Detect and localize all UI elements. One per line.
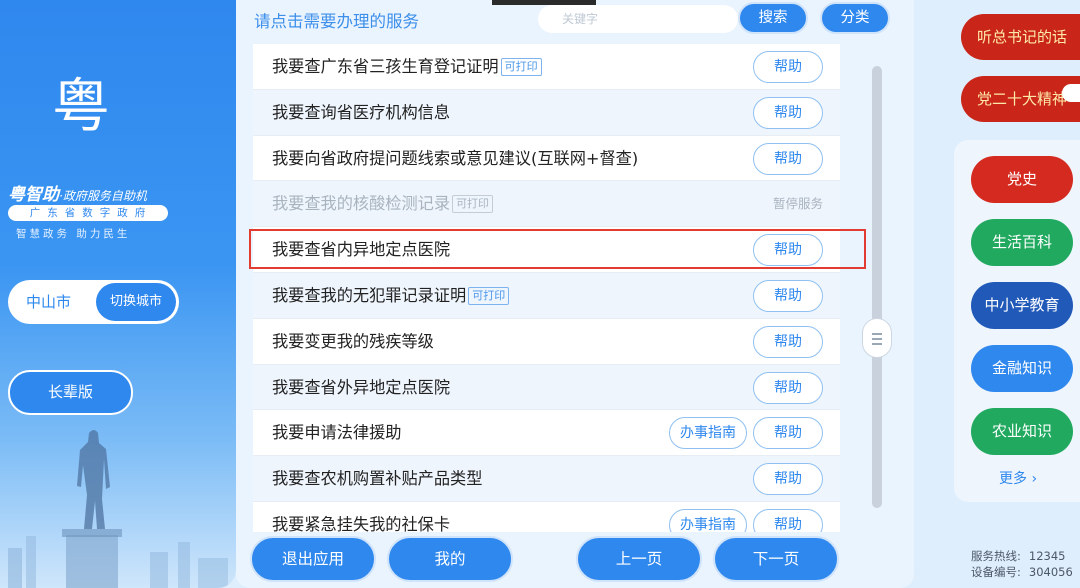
category-school-education[interactable]: 中小学教育 <box>971 282 1073 329</box>
list-item[interactable]: 我要变更我的残疾等级 帮助 <box>253 318 840 365</box>
help-button[interactable]: 帮助 <box>753 371 823 404</box>
list-item[interactable]: 我要申请法律援助 办事指南 帮助 <box>253 410 840 457</box>
mine-button[interactable]: 我的 <box>387 536 513 582</box>
category-party-history[interactable]: 党史 <box>971 156 1073 203</box>
service-list: 我要查广东省三孩生育登记证明 可打印 帮助 我要查询省医疗机构信息 帮助 我要向省… <box>253 44 840 532</box>
help-button[interactable]: 帮助 <box>753 279 823 312</box>
list-item[interactable]: 我要查广东省三孩生育登记证明 可打印 帮助 <box>253 44 840 90</box>
list-item: 我要查我的核酸检测记录 可打印 暂停服务 <box>253 181 840 228</box>
service-panel: 请点击需要办理的服务 关键字 搜索 分类 我要查广东省三孩生育登记证明 可打印 帮… <box>236 0 914 588</box>
switch-city-button[interactable]: 切换城市 <box>96 283 176 321</box>
list-item[interactable]: 我要查省内异地定点医院 帮助 <box>253 227 840 273</box>
help-button[interactable]: 帮助 <box>753 325 823 358</box>
service-label: 我要查农机购置补贴产品类型 <box>272 469 483 489</box>
category-agriculture[interactable]: 农业知识 <box>971 408 1073 455</box>
guide-button[interactable]: 办事指南 <box>669 417 747 450</box>
search-input[interactable]: 关键字 <box>538 5 738 33</box>
device-value: 304056 <box>1028 565 1073 579</box>
right-sidebar: 听总书记的话 党二十大精神 党史 生活百科 中小学教育 金融知识 农业知识 更多… <box>914 0 1080 588</box>
party-speech-button[interactable]: 听总书记的话 <box>961 14 1080 60</box>
accessibility-icon[interactable] <box>1062 84 1080 102</box>
guide-button[interactable]: 办事指南 <box>669 508 747 532</box>
list-item[interactable]: 我要查我的无犯罪记录证明 可打印 帮助 <box>253 272 840 319</box>
brand-title: 粤智助·政府服务自助机 <box>8 180 147 205</box>
list-item[interactable]: 我要查农机购置补贴产品类型 帮助 <box>253 456 840 502</box>
party-congress-button[interactable]: 党二十大精神 <box>961 76 1080 122</box>
skyline-illustration <box>8 536 228 588</box>
help-button[interactable]: 帮助 <box>753 96 823 129</box>
category-finance[interactable]: 金融知识 <box>971 345 1073 392</box>
brand-main: 粤智助 <box>8 185 59 205</box>
search-placeholder: 关键字 <box>562 12 599 26</box>
help-button[interactable]: 帮助 <box>753 508 823 532</box>
printable-tag: 可打印 <box>468 286 510 305</box>
prev-page-button[interactable]: 上一页 <box>576 536 702 582</box>
left-sidebar: 粤 粤智助·政府服务自助机 广东省数字政府 智慧政务 助力民生 中山市 切换城市… <box>0 0 236 588</box>
help-button[interactable]: 帮助 <box>753 51 823 83</box>
service-label: 我要查广东省三孩生育登记证明 可打印 <box>272 44 542 89</box>
device-label: 设备编号: <box>971 565 1021 579</box>
service-info: 服务热线: 12345 设备编号: 304056 <box>971 548 1073 580</box>
service-label: 我要变更我的残疾等级 <box>272 331 434 351</box>
list-item[interactable]: 我要查询省医疗机构信息 帮助 <box>253 89 840 136</box>
list-item[interactable]: 我要紧急挂失我的社保卡 办事指南 帮助 <box>253 501 840 532</box>
help-button[interactable]: 帮助 <box>753 463 823 496</box>
yuezhizhu-logo-icon: 粤 <box>51 72 110 140</box>
brand-pill: 广东省数字政府 <box>8 205 168 221</box>
scrollbar-track[interactable] <box>872 66 882 508</box>
city-switcher: 中山市 切换城市 <box>8 280 179 324</box>
service-label: 我要紧急挂失我的社保卡 <box>272 514 451 532</box>
current-city: 中山市 <box>26 293 72 311</box>
page-title: 请点击需要办理的服务 <box>254 12 419 31</box>
hotline-value: 12345 <box>1028 549 1066 563</box>
printable-tag: 可打印 <box>500 58 542 76</box>
service-label: 我要查省外异地定点医院 <box>272 377 451 397</box>
brand-sub: ·政府服务自助机 <box>59 189 147 203</box>
elder-mode-button[interactable]: 长辈版 <box>8 370 133 415</box>
list-item[interactable]: 我要向省政府提问题线索或意见建议(互联网+督查) 帮助 <box>253 135 840 182</box>
brand-slogan: 智慧政务 助力民生 <box>16 228 131 240</box>
service-label: 我要查询省医疗机构信息 <box>272 102 451 122</box>
search-button[interactable]: 搜索 <box>738 2 808 34</box>
help-button[interactable]: 帮助 <box>753 417 823 450</box>
next-page-button[interactable]: 下一页 <box>713 536 839 582</box>
printable-tag: 可打印 <box>452 195 494 214</box>
service-paused-status: 暂停服务 <box>772 196 823 212</box>
service-label: 我要查我的无犯罪记录证明 可打印 <box>272 273 510 318</box>
service-label: 我要申请法律援助 <box>272 423 402 443</box>
help-button[interactable]: 帮助 <box>753 142 823 175</box>
hotline-label: 服务热线: <box>971 549 1021 563</box>
service-label: 我要向省政府提问题线索或意见建议(互联网+督查) <box>272 148 639 168</box>
scrollbar-thumb[interactable] <box>862 318 892 358</box>
service-label: 我要查我的核酸检测记录 可打印 <box>272 181 494 226</box>
help-button[interactable]: 帮助 <box>753 234 823 267</box>
category-life-encyclopedia[interactable]: 生活百科 <box>971 219 1073 266</box>
exit-app-button[interactable]: 退出应用 <box>250 536 376 582</box>
category-button[interactable]: 分类 <box>820 2 890 34</box>
list-item[interactable]: 我要查省外异地定点医院 帮助 <box>253 364 840 411</box>
more-link[interactable]: 更多 › <box>999 468 1037 488</box>
service-label: 我要查省内异地定点医院 <box>272 240 451 260</box>
